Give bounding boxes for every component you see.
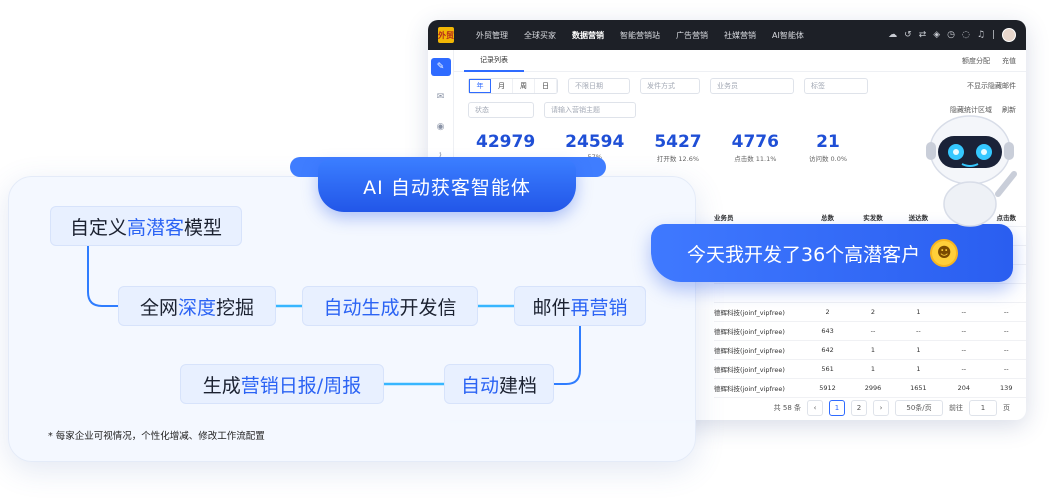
node-text-highlight: 再营销 bbox=[570, 296, 628, 319]
node-text-pre: 自定义 bbox=[69, 216, 127, 239]
node-text-highlight: 自动生成 bbox=[323, 296, 400, 319]
workflow-banner: AI 自动获客智能体 bbox=[318, 160, 576, 212]
laughing-emoji-icon: ☻ bbox=[930, 239, 959, 267]
node-text-post: 挖掘 bbox=[216, 296, 255, 319]
node-text-highlight: 高潜客 bbox=[126, 216, 184, 239]
node-text-post: 模型 bbox=[184, 216, 223, 239]
chat-bubble: 今天我开发了36个高潜客户 ☻ bbox=[651, 224, 1013, 282]
node-deep-mining: 全网 深度 挖掘 bbox=[118, 286, 276, 326]
stage: 外贸 外贸管理 全球买家 数据营销 智能营销站 广告营销 社媒营销 AI智能体 … bbox=[0, 0, 1061, 500]
connector-1-2 bbox=[87, 246, 118, 307]
node-text-pre: 生成 bbox=[202, 374, 241, 397]
node-text-pre: 邮件 bbox=[532, 296, 571, 319]
node-auto-letter: 自动生成 开发信 bbox=[302, 286, 478, 326]
footnote: * 每家企业可视情况，个性化增减、修改工作流配置 bbox=[48, 431, 265, 442]
connector-4-5 bbox=[554, 326, 581, 385]
robot-mascot-icon bbox=[926, 115, 1017, 227]
node-text-pre: 全网 bbox=[139, 296, 178, 319]
node-text-highlight: 自动 bbox=[460, 374, 499, 397]
node-text-highlight: 深度 bbox=[177, 296, 216, 319]
node-text-post: 建档 bbox=[499, 374, 538, 397]
bubble-text: 今天我开发了36个高潜客户 bbox=[687, 243, 921, 266]
node-email-remarketing: 邮件 再营销 bbox=[514, 286, 646, 326]
node-text-highlight: 营销日报/周报 bbox=[240, 374, 362, 397]
node-custom-model: 自定义 高潜客 模型 bbox=[50, 206, 242, 246]
node-auto-archive: 自动 建档 bbox=[444, 364, 554, 404]
node-report: 生成 营销日报/周报 bbox=[180, 364, 384, 404]
node-text-post: 开发信 bbox=[399, 296, 457, 319]
